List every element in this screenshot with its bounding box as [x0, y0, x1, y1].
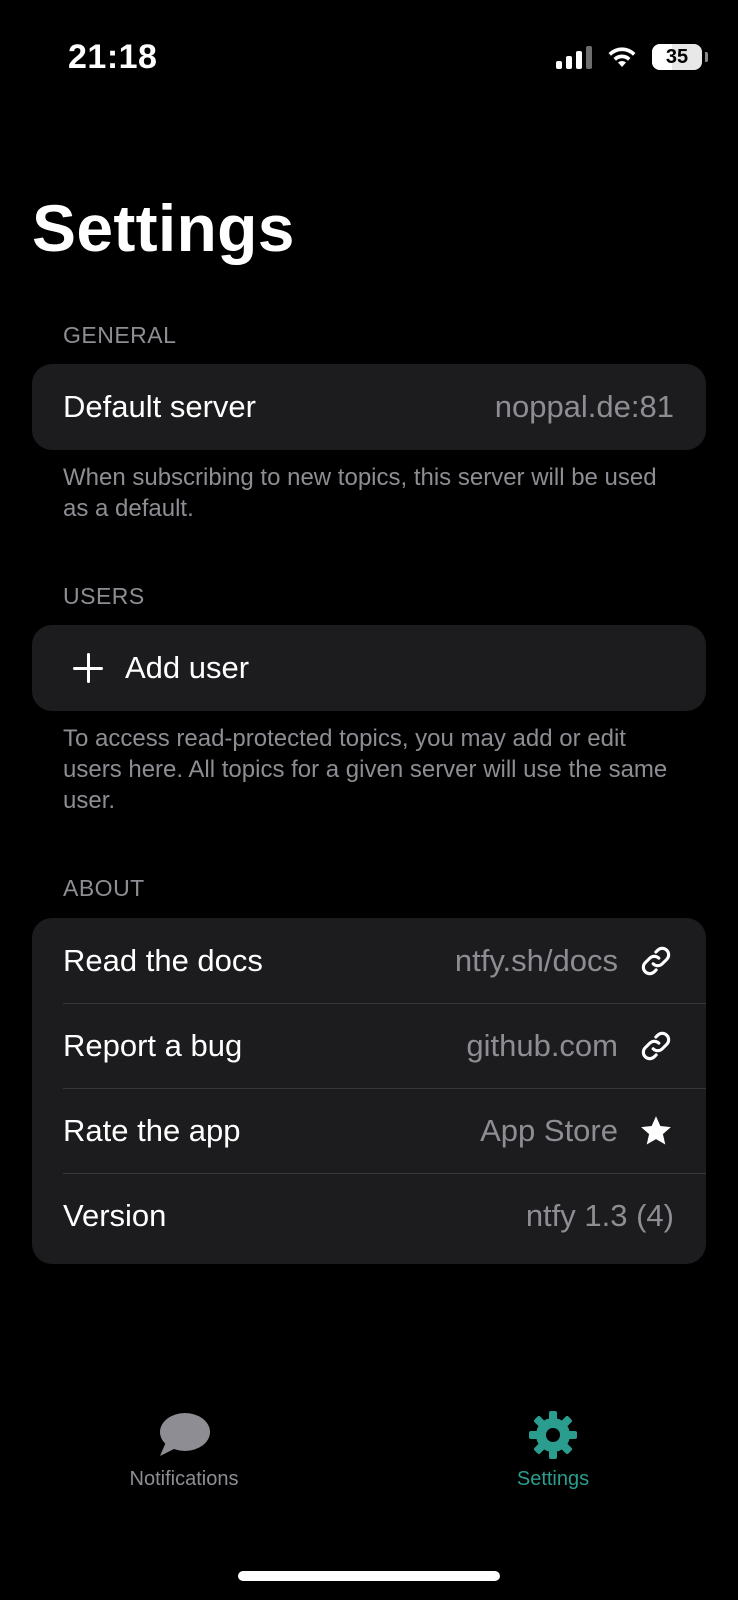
report-a-bug-value: github.com: [466, 1027, 618, 1063]
status-icons: 35: [556, 44, 708, 70]
row-divider: [63, 1173, 706, 1174]
section-header-about: ABOUT: [63, 875, 145, 901]
report-a-bug-row[interactable]: Report a bug github.com: [32, 1003, 706, 1088]
page-title: Settings: [32, 191, 295, 265]
tab-bar: Notifications Settings: [0, 1410, 738, 1530]
row-divider: [63, 1088, 706, 1089]
about-card: Read the docs ntfy.sh/docs Report a bug …: [32, 918, 706, 1264]
status-bar: 21:18 35: [0, 0, 738, 110]
battery-level-text: 35: [665, 45, 689, 68]
row-divider: [63, 1003, 706, 1004]
add-user-label: Add user: [125, 649, 250, 685]
chat-bubble-icon: [160, 1413, 210, 1456]
wifi-icon: [608, 47, 636, 67]
users-card: Add user: [32, 625, 706, 711]
general-card: Default server noppal.de:81: [32, 364, 706, 450]
rate-the-app-label: Rate the app: [63, 1112, 241, 1148]
star-icon: [638, 1113, 674, 1149]
version-label: Version: [63, 1197, 167, 1233]
default-server-value: noppal.de:81: [494, 388, 674, 424]
gear-icon: [529, 1411, 577, 1459]
cellular-signal-icon: [556, 45, 592, 69]
home-indicator: [238, 1571, 500, 1581]
link-icon: [638, 943, 674, 979]
read-the-docs-label: Read the docs: [63, 942, 263, 978]
plus-icon: [73, 652, 103, 683]
version-value: ntfy 1.3 (4): [525, 1197, 674, 1233]
rate-the-app-value: App Store: [480, 1112, 618, 1148]
tab-settings[interactable]: Settings: [443, 1410, 663, 1491]
tab-settings-label: Settings: [516, 1468, 590, 1490]
default-server-label: Default server: [63, 388, 256, 424]
tab-notifications-label: Notifications: [129, 1468, 239, 1490]
section-header-users: USERS: [63, 583, 145, 609]
default-server-row[interactable]: Default server noppal.de:81: [32, 364, 706, 449]
battery-icon: 35: [652, 44, 708, 70]
report-a-bug-label: Report a bug: [63, 1027, 243, 1063]
section-header-general: GENERAL: [63, 322, 177, 348]
tab-notifications[interactable]: Notifications: [74, 1410, 294, 1491]
status-time: 21:18: [68, 38, 158, 76]
read-the-docs-value: ntfy.sh/docs: [454, 942, 618, 978]
add-user-button[interactable]: Add user: [32, 625, 706, 710]
general-footer: When subscribing to new topics, this ser…: [63, 464, 657, 522]
read-the-docs-row[interactable]: Read the docs ntfy.sh/docs: [32, 918, 706, 1003]
version-row: Version ntfy 1.3 (4): [32, 1173, 706, 1258]
users-footer: To access read-protected topics, you may…: [63, 725, 668, 814]
link-icon: [638, 1028, 674, 1064]
rate-the-app-row[interactable]: Rate the app App Store: [32, 1088, 706, 1173]
